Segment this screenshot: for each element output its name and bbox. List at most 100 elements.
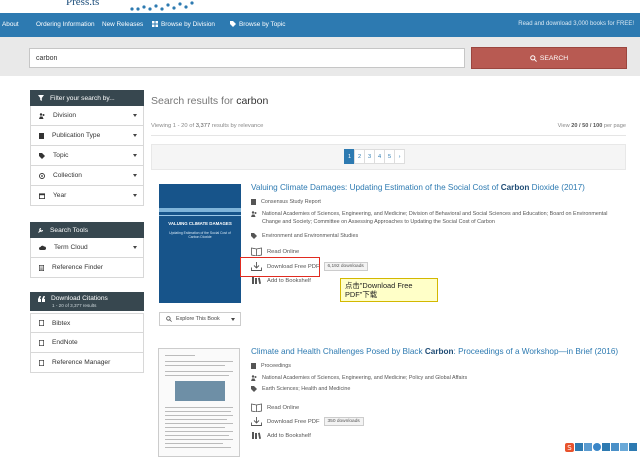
filter-year[interactable]: Year bbox=[30, 186, 144, 206]
result-2-title-after: : Proceedings of a Workshop—in Brief (20… bbox=[453, 347, 619, 356]
citation-reference-manager-label: Reference Manager bbox=[52, 359, 111, 366]
result-2-title-before: Climate and Health Challenges Posed by B… bbox=[251, 347, 423, 356]
search-input[interactable] bbox=[29, 48, 465, 68]
document-icon bbox=[39, 339, 44, 346]
result-1-title[interactable]: Valuing Climate Damages: Updating Estima… bbox=[251, 183, 585, 192]
result-1-read-online-label: Read Online bbox=[267, 248, 300, 255]
nav-ordering-information[interactable]: Ordering Information bbox=[36, 21, 95, 28]
collection-icon bbox=[39, 172, 45, 179]
result-2-add-bookshelf[interactable]: Add to Bookshelf bbox=[251, 431, 311, 440]
result-2-topic: Earth Sciences; Health and Medicine bbox=[251, 386, 350, 392]
ime-logo-icon[interactable]: S bbox=[564, 442, 574, 452]
pagination: 1 2 3 4 5 › bbox=[344, 149, 405, 164]
wrench-icon bbox=[38, 228, 43, 233]
tag-icon bbox=[39, 152, 45, 159]
filter-collection[interactable]: Collection bbox=[30, 166, 144, 186]
tag-icon bbox=[251, 233, 257, 239]
cover-line bbox=[165, 447, 231, 448]
cover-line bbox=[165, 443, 223, 444]
divider bbox=[151, 135, 626, 136]
search-tools-label: Search Tools bbox=[50, 226, 88, 234]
filter-division-label: Division bbox=[53, 112, 77, 119]
nav-about[interactable]: About bbox=[2, 21, 19, 28]
tool-term-cloud[interactable]: Term Cloud bbox=[30, 238, 144, 258]
cover-subtitle: Updating Estimation of the Social Cost o… bbox=[169, 231, 231, 240]
ime-voice-icon[interactable] bbox=[602, 443, 611, 451]
explore-book-dropdown[interactable]: Explore This Book bbox=[159, 312, 241, 326]
svg-text:S: S bbox=[567, 444, 572, 452]
per-page-prefix: View bbox=[557, 123, 570, 129]
cover-line bbox=[165, 407, 233, 408]
result-1-type: Consensus Study Report bbox=[251, 199, 321, 205]
result-2-authors-label[interactable]: National Academies of Sciences, Engineer… bbox=[262, 375, 467, 381]
ime-keyboard-icon[interactable] bbox=[611, 443, 620, 451]
citation-endnote-label: EndNote bbox=[52, 339, 78, 346]
chevron-down-icon bbox=[133, 154, 137, 157]
citation-bibtex[interactable]: Bibtex bbox=[30, 313, 144, 333]
result-2-read-online[interactable]: Read Online bbox=[251, 403, 299, 412]
citation-endnote[interactable]: EndNote bbox=[30, 333, 144, 353]
cover-line bbox=[165, 375, 229, 376]
citation-reference-manager[interactable]: Reference Manager bbox=[30, 353, 144, 373]
ime-settings-icon[interactable] bbox=[629, 443, 638, 451]
cover-line bbox=[165, 355, 195, 356]
result-1-title-term: Carbon bbox=[500, 183, 530, 192]
filter-header: Filter your search by... bbox=[30, 90, 144, 106]
ime-chinese-icon[interactable] bbox=[574, 443, 583, 451]
results-count-total: 3,377 bbox=[195, 123, 211, 129]
result-2-type: Proceedings bbox=[251, 363, 291, 369]
filter-division[interactable]: Division bbox=[30, 106, 144, 126]
nav-browse-topic[interactable]: Browse by Topic bbox=[230, 21, 285, 28]
free-books-banner[interactable]: Read and download 3,000 books for FREE! bbox=[518, 21, 634, 27]
result-2-title[interactable]: Climate and Health Challenges Posed by B… bbox=[251, 347, 618, 356]
logo-text[interactable]: Press.ts bbox=[66, 0, 99, 8]
nav-new-releases[interactable]: New Releases bbox=[102, 21, 143, 28]
ime-skin-icon[interactable] bbox=[620, 443, 629, 451]
chevron-down-icon bbox=[231, 318, 235, 321]
nav-browse-topic-label: Browse by Topic bbox=[239, 21, 286, 28]
download-citations-header: Download Citations 1 - 20 of 3,377 resul… bbox=[30, 292, 144, 311]
document-icon bbox=[39, 359, 44, 366]
filter-topic[interactable]: Topic bbox=[30, 146, 144, 166]
book-cover-result-2[interactable] bbox=[158, 348, 240, 457]
search-button[interactable]: SEARCH bbox=[471, 47, 627, 69]
tag-icon bbox=[251, 386, 257, 392]
result-2-download-pdf[interactable]: Download Free PDF 350 downloads bbox=[251, 417, 364, 426]
result-1-add-bookshelf[interactable]: Add to Bookshelf bbox=[251, 276, 311, 285]
result-1-read-online[interactable]: Read Online bbox=[251, 247, 299, 256]
result-2-topic-label[interactable]: Earth Sciences; Health and Medicine bbox=[262, 386, 350, 392]
filter-publication-type[interactable]: Publication Type bbox=[30, 126, 144, 146]
citation-bibtex-label: Bibtex bbox=[52, 319, 71, 327]
download-citations-panel: Download Citations 1 - 20 of 3,377 resul… bbox=[30, 292, 144, 373]
result-1-authors: National Academies of Sciences, Engineer… bbox=[251, 211, 621, 227]
chevron-down-icon bbox=[133, 246, 137, 249]
quote-icon bbox=[38, 295, 45, 302]
cover-line bbox=[165, 431, 233, 432]
result-1-topic-label[interactable]: Environment and Environmental Studies bbox=[262, 233, 358, 239]
open-book-icon bbox=[251, 403, 262, 412]
next-page-button[interactable]: › bbox=[394, 149, 405, 164]
ime-punctuation-icon[interactable] bbox=[583, 443, 592, 451]
results-count: Viewing 1 - 20 of 3,377 results by relev… bbox=[151, 123, 263, 129]
cover-line bbox=[165, 365, 225, 366]
division-icon bbox=[251, 211, 257, 217]
result-1-topic: Environment and Environmental Studies bbox=[251, 233, 358, 239]
result-2-download-pdf-label: Download Free PDF bbox=[267, 418, 320, 425]
book-icon bbox=[251, 363, 256, 369]
logo-dots-icon bbox=[130, 1, 194, 11]
cover-band bbox=[159, 208, 241, 212]
result-1-title-after: Dioxide (2017) bbox=[531, 183, 585, 192]
nav-browse-division[interactable]: Browse by Division bbox=[152, 21, 215, 28]
result-2-add-bookshelf-label: Add to Bookshelf bbox=[267, 432, 311, 439]
filter-header-label: Filter your search by... bbox=[50, 94, 115, 102]
document-icon bbox=[39, 320, 44, 326]
tool-reference-finder-label: Reference Finder bbox=[52, 264, 103, 271]
document-icon bbox=[39, 264, 44, 271]
result-1-authors-label[interactable]: National Academies of Sciences, Engineer… bbox=[262, 211, 621, 227]
book-cover-result-1[interactable]: VALUING CLIMATE DAMAGES Updating Estimat… bbox=[159, 184, 241, 303]
per-page-selector: View 20 / 50 / 100 per page bbox=[558, 123, 626, 129]
tool-reference-finder[interactable]: Reference Finder bbox=[30, 258, 144, 278]
result-2-authors: National Academies of Sciences, Engineer… bbox=[251, 375, 467, 381]
per-page-options[interactable]: 20 / 50 / 100 bbox=[571, 123, 602, 129]
ime-emoji-icon[interactable] bbox=[592, 443, 601, 451]
